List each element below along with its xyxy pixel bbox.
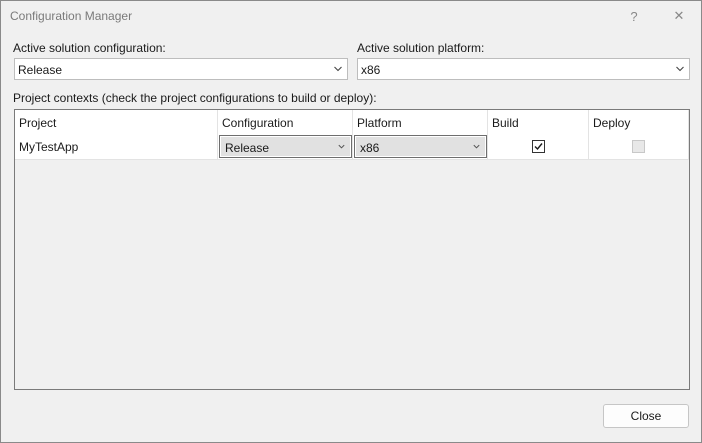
chevron-down-icon [334,66,342,72]
active-platform-value: x86 [361,63,381,77]
column-header-build[interactable]: Build [488,110,589,134]
active-platform-label: Active solution platform: [357,41,485,55]
chevron-down-icon [338,144,345,149]
configuration-manager-dialog: Configuration Manager ? ✕ Active solutio… [0,0,702,443]
grid-header: Project Configuration Platform Build Dep… [15,110,689,135]
project-contexts-grid: Project Configuration Platform Build Dep… [14,109,690,390]
column-header-platform[interactable]: Platform [353,110,488,134]
help-icon: ? [630,8,638,24]
active-platform-dropdown[interactable]: x86 [357,58,690,80]
project-configuration-value: Release [225,141,270,155]
column-header-project[interactable]: Project [15,110,218,134]
configuration-cell: Release [218,134,353,159]
project-contexts-label: Project contexts (check the project conf… [13,91,377,105]
active-configuration-dropdown[interactable]: Release [14,58,348,80]
project-platform-value: x86 [360,141,380,155]
project-platform-dropdown[interactable]: x86 [354,135,487,158]
project-name: MyTestApp [19,140,79,154]
project-name-cell[interactable]: MyTestApp [15,134,218,159]
close-icon: ✕ [673,8,685,23]
chevron-down-icon [473,144,480,149]
platform-cell: x86 [353,134,488,159]
project-configuration-dropdown[interactable]: Release [219,135,352,158]
title-close-button[interactable]: ✕ [659,1,699,31]
chevron-down-icon [676,66,684,72]
build-cell [488,134,589,159]
column-header-deploy[interactable]: Deploy [589,110,689,134]
deploy-checkbox [632,140,645,153]
help-button[interactable]: ? [614,1,654,31]
active-configuration-label: Active solution configuration: [13,41,166,55]
deploy-cell [589,134,689,159]
active-configuration-value: Release [18,63,63,77]
checkmark-icon [534,143,543,151]
table-row: MyTestApp Release x86 [15,134,689,160]
close-button[interactable]: Close [603,404,689,428]
title-bar: Configuration Manager ? ✕ [1,1,701,31]
column-header-configuration[interactable]: Configuration [218,110,353,134]
build-checkbox[interactable] [532,140,545,153]
window-title: Configuration Manager [10,9,133,23]
